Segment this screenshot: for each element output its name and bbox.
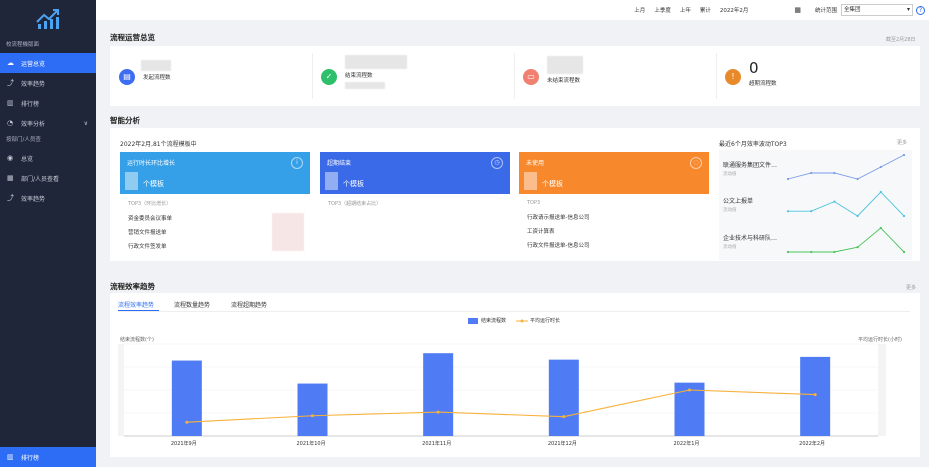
avg-runtime-line (186, 389, 816, 423)
bar[interactable] (800, 356, 831, 436)
x-tick-label: 2021年10月 (296, 441, 326, 447)
bar[interactable] (297, 383, 328, 436)
x-tick-label: 2021年12月 (547, 441, 577, 447)
bar[interactable] (548, 359, 579, 436)
line-point[interactable] (185, 420, 189, 424)
bar[interactable] (423, 353, 454, 436)
trend-chart (118, 343, 886, 437)
x-tick-label: 2022年2月 (799, 441, 826, 447)
line-point[interactable] (562, 415, 566, 419)
line-point[interactable] (436, 410, 440, 414)
x-tick-label: 2021年9月 (170, 441, 197, 447)
bar[interactable] (171, 360, 202, 436)
line-point[interactable] (813, 393, 817, 397)
app-root: 校流程機版面 ☁ 运营总览 ⤴ 效率趋势 ▥ 排行榜 ◔ 效率分析 ∨ 按部门/… (0, 0, 929, 467)
line-point[interactable] (688, 388, 691, 392)
x-tick-label: 2022年1月 (673, 441, 700, 447)
chart-right-scroll (878, 344, 886, 436)
line-point[interactable] (311, 414, 314, 418)
chart-left-scroll (118, 344, 124, 436)
x-tick-label: 2021年11月 (422, 441, 452, 447)
